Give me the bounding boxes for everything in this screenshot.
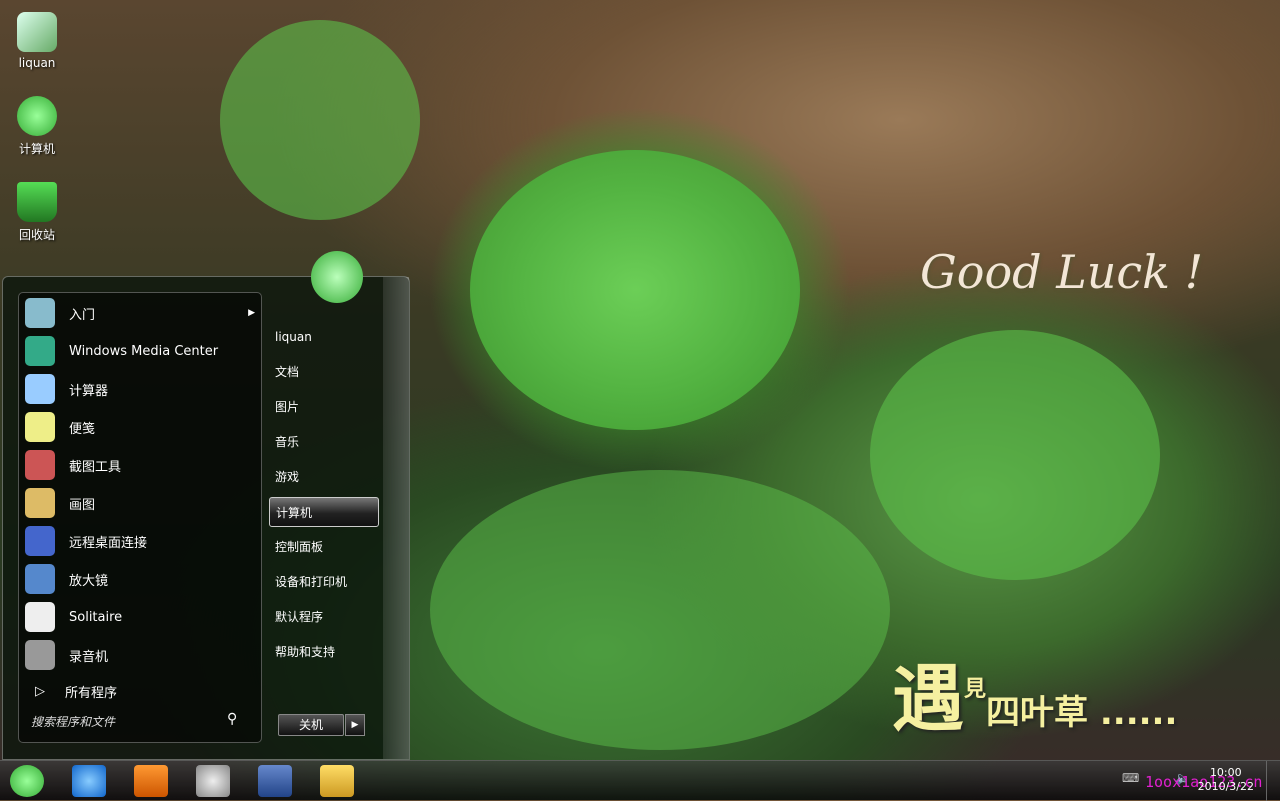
wallpaper-slogan: 遇見四叶草 ...... [892,657,1178,741]
submenu-arrow-icon: ▶ [248,308,255,318]
program-item[interactable]: 计算器 [25,371,255,407]
wallpaper-clover [430,470,890,750]
desktop-icon-computer[interactable]: 计算机 [8,96,66,157]
sticky-notes-icon [25,412,55,442]
start-menu: 录音机 Solitaire 放大镜 远程桌面连接 画图 截图工具 便笺 计算器 Windows … [2,251,410,760]
media-player-icon[interactable] [134,765,168,797]
internet-explorer-icon[interactable] [72,765,106,797]
app-icon[interactable] [258,765,292,797]
computer-clover-icon [17,96,57,136]
user-picture-clover [311,251,363,303]
snipping-tool-icon [25,450,55,480]
start-clover-icon[interactable] [10,765,44,797]
programs-pane: 录音机 Solitaire 放大镜 远程桌面连接 画图 截图工具 便笺 计算器 Windows … [18,292,262,743]
program-item[interactable]: 远程桌面连接 [25,523,255,559]
clock[interactable]: 10:00 2010/3/22 [1198,766,1254,794]
desktop-icon-user[interactable]: liquan [8,12,66,70]
explorer-folder-icon[interactable] [320,765,354,797]
place-item[interactable]: 音乐 [269,427,379,457]
program-item[interactable]: Solitaire [25,599,255,635]
solitaire-icon [25,602,55,632]
show-desktop-button[interactable] [1266,761,1280,801]
place-item[interactable]: 默认程序 [269,602,379,632]
magnifier-icon [25,564,55,594]
program-item[interactable]: 录音机 [25,637,255,673]
program-item[interactable]: Windows Media Center [25,333,255,369]
place-item[interactable]: 文档 [269,357,379,387]
calculator-icon [25,374,55,404]
keyboard-icon[interactable]: ⌨ [1122,771,1139,785]
program-item[interactable]: 截图工具 [25,447,255,483]
media-center-icon [25,336,55,366]
user-folder-icon [17,12,57,52]
shutdown-button[interactable]: 关机 [278,714,344,736]
search-icon[interactable]: ⚲ [227,711,237,727]
recycle-bin-icon [17,182,57,222]
search-input[interactable]: 搜索程序和文件 [31,713,115,730]
wallpaper-clover [870,330,1160,580]
remote-desktop-icon [25,526,55,556]
wallpaper-clover [220,20,420,220]
all-programs-button[interactable]: ▷ 所有程序 [25,673,255,709]
place-item[interactable]: 计算机 [269,497,379,527]
snipping-tool-icon[interactable] [196,765,230,797]
desktop-icon-recycle-bin[interactable]: 回收站 [8,182,66,243]
wallpaper-clover [470,150,800,430]
getting-started-icon [25,298,55,328]
shutdown-options-button[interactable]: ▶ [345,714,365,736]
taskbar: ⌨ 🔈 1oox1ao123.cn 10:00 2010/3/22 [0,760,1280,801]
place-item[interactable]: 图片 [269,392,379,422]
program-item[interactable]: 便笺 [25,409,255,445]
paint-icon [25,488,55,518]
program-item[interactable]: 放大镜 [25,561,255,597]
wallpaper-good-luck: Good Luck ! [920,245,1204,299]
program-item[interactable]: 入门 ▶ [25,295,255,331]
place-item[interactable]: 设备和打印机 [269,567,379,597]
place-item[interactable]: 游戏 [269,462,379,492]
sound-recorder-icon [25,640,55,670]
place-item[interactable]: liquan [269,322,379,352]
place-item[interactable]: 控制面板 [269,532,379,562]
place-item[interactable]: 帮助和支持 [269,637,379,667]
program-item[interactable]: 画图 [25,485,255,521]
triangle-right-icon: ▷ [35,683,45,699]
